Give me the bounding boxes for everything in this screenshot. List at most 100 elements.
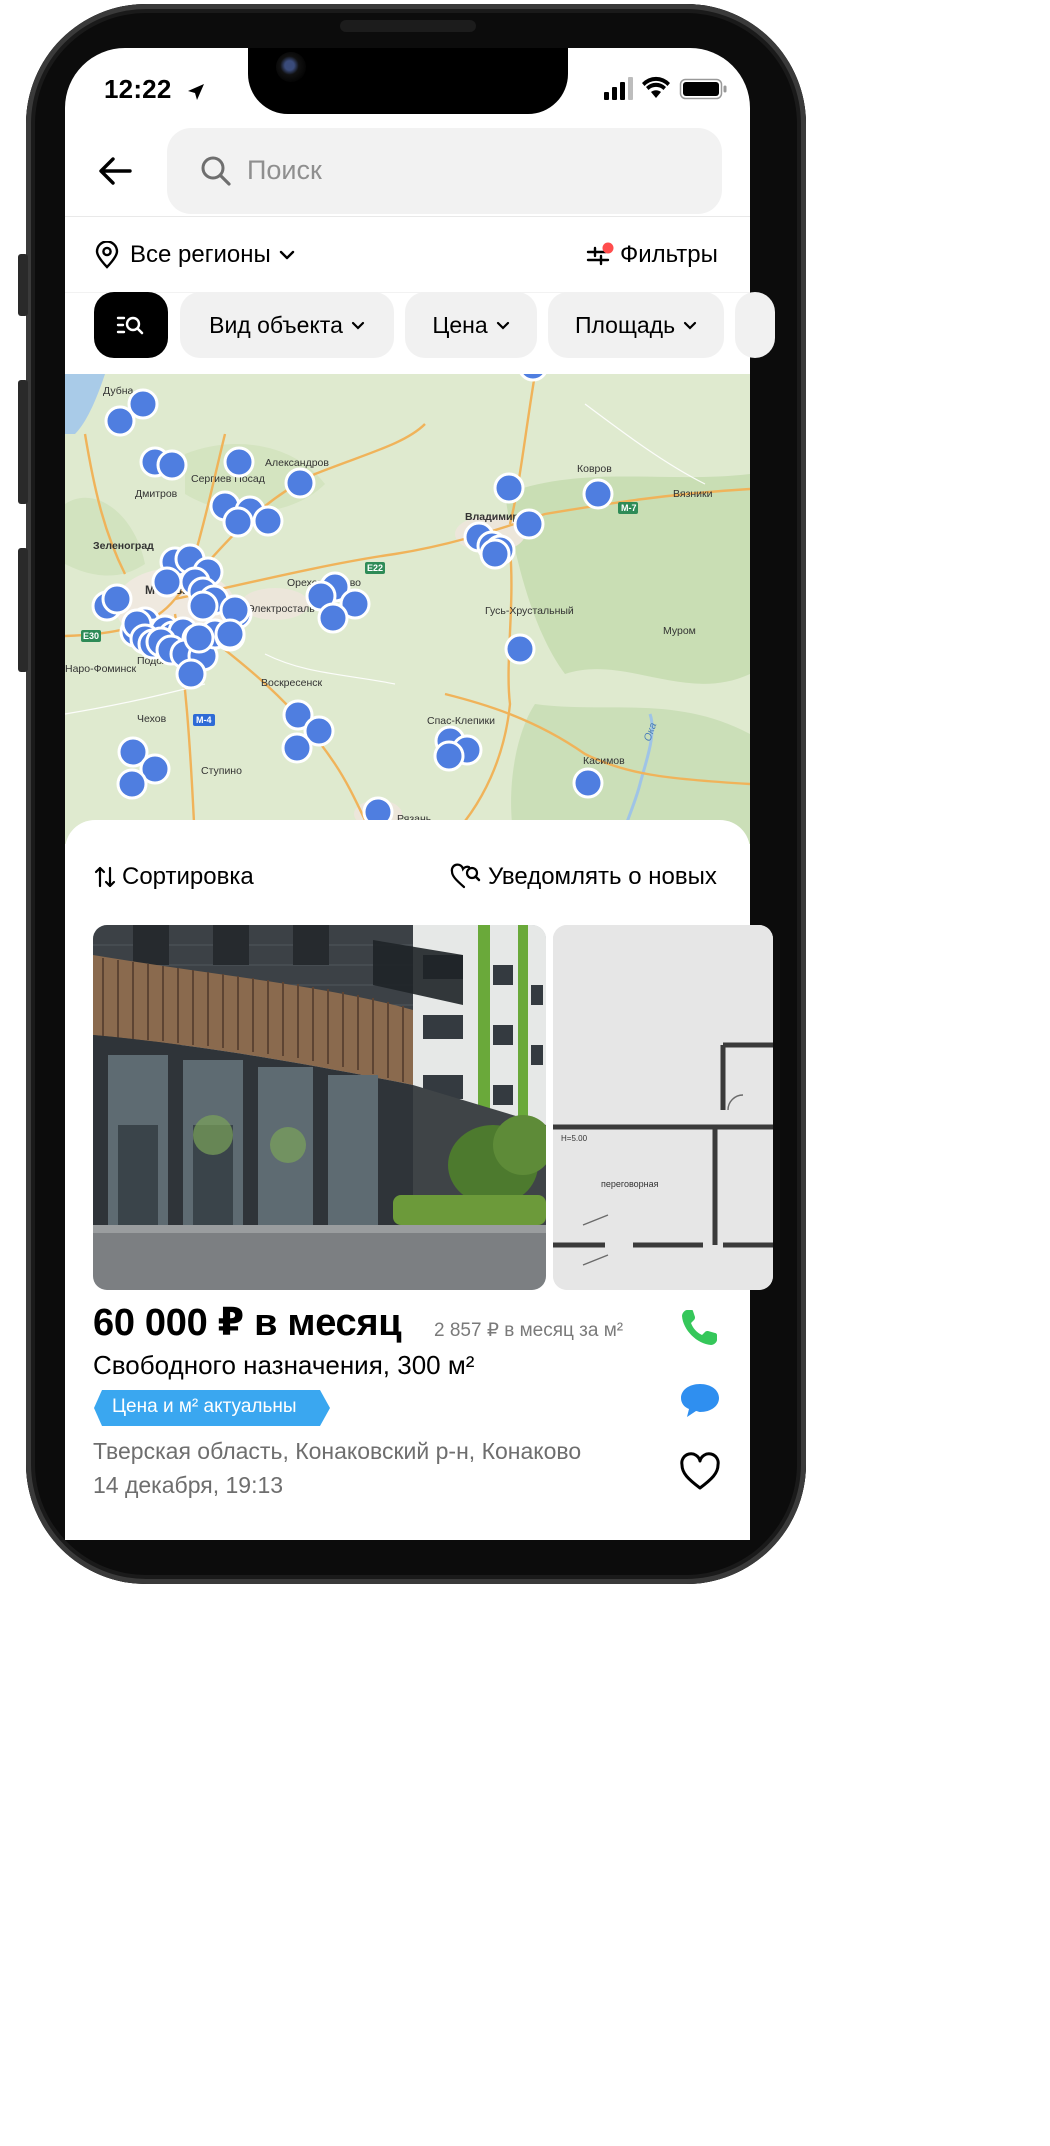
map-marker[interactable] [151, 566, 183, 598]
chip-price[interactable]: Цена [405, 292, 537, 358]
speaker [340, 20, 476, 32]
city-label: Наро-Фоминск [65, 663, 137, 675]
floorplan-image: H=5.00 переговорная [553, 925, 773, 1290]
floorplan-label: переговорная [601, 1179, 659, 1189]
city-label: Чехов [137, 713, 167, 725]
wifi-icon [642, 76, 670, 98]
road-label: E30 [83, 631, 99, 641]
chat-icon[interactable] [678, 1378, 722, 1422]
city-label: Владимир [465, 511, 519, 523]
phone-side-button [18, 254, 28, 316]
map-marker[interactable] [284, 467, 316, 499]
map-marker[interactable] [493, 472, 525, 504]
city-label: Ступино [201, 765, 242, 777]
building-photo [93, 925, 546, 1290]
city-label: Дмитров [135, 488, 178, 500]
list-search-icon [116, 316, 144, 335]
map-marker[interactable] [582, 478, 614, 510]
map-marker[interactable] [175, 658, 207, 690]
city-label: Спас-Клепики [427, 715, 495, 727]
location-pin-icon [95, 241, 119, 269]
listing-photo[interactable] [93, 925, 546, 1290]
city-label: Гусь-Хрустальный [485, 605, 574, 617]
back-arrow-icon[interactable] [96, 152, 134, 190]
city-label: Воскресенск [261, 677, 323, 689]
map-marker[interactable] [214, 618, 246, 650]
city-label: Электросталь [247, 603, 315, 615]
filters-label: Фильтры [620, 241, 718, 268]
heart-search-icon [450, 863, 481, 889]
favorite-heart-icon[interactable] [678, 1450, 722, 1494]
road-label: M-7 [621, 503, 637, 513]
divider [65, 216, 750, 217]
map-marker[interactable] [252, 505, 284, 537]
status-time: 12:22 [104, 74, 172, 104]
road-label: M-4 [196, 715, 212, 725]
filter-active-dot [602, 242, 614, 254]
status-icons [604, 76, 727, 100]
chip-area[interactable]: Площадь [548, 292, 724, 358]
sort-label: Сортировка [122, 863, 254, 890]
map-marker[interactable] [433, 740, 465, 772]
search-input[interactable]: Поиск [167, 128, 722, 214]
search-icon [201, 156, 231, 186]
city-label: Александров [265, 457, 329, 469]
filters-button[interactable]: Фильтры [586, 240, 718, 270]
map-marker[interactable] [572, 767, 604, 799]
listing-type: Свободного назначения, 300 м² [93, 1350, 475, 1380]
map-marker[interactable] [317, 602, 349, 634]
filter-sliders-icon [586, 242, 614, 266]
map-marker[interactable] [183, 622, 215, 654]
listing-address: Тверская область, Конаковский р-н, Конак… [93, 1438, 582, 1464]
city-label: Вязники [673, 488, 713, 500]
map-marker[interactable] [104, 405, 136, 437]
listing-price-per-m2: 2 857 ₽ в месяц за м² [434, 1320, 624, 1341]
floorplan-label: H=5.00 [561, 1134, 588, 1143]
listing-floorplan[interactable]: H=5.00 переговорная [553, 925, 773, 1290]
map-marker[interactable] [479, 538, 511, 570]
map-marker[interactable] [504, 633, 536, 665]
chevron-down-icon [496, 321, 509, 330]
region-label: Все регионы [130, 241, 271, 268]
battery-icon [679, 78, 727, 100]
chip-object-type[interactable]: Вид объекта [180, 292, 394, 358]
chevron-down-icon [351, 321, 364, 330]
chip-label: Площадь [574, 311, 676, 338]
chip-label: Цена [432, 311, 488, 338]
map-marker[interactable] [156, 449, 188, 481]
map-marker[interactable] [513, 508, 545, 540]
city-label: Ковров [577, 463, 612, 475]
map-marker[interactable] [222, 506, 254, 538]
front-camera [276, 52, 306, 82]
listing-date: 14 декабря, 19:13 [93, 1472, 284, 1498]
chip-more[interactable] [735, 292, 775, 358]
sort-button[interactable]: Сортировка [94, 862, 254, 892]
phone-side-button [18, 380, 28, 504]
badge-label: Цена и м² актуальны [112, 1396, 297, 1417]
region-selector[interactable]: Все регионы [94, 240, 295, 270]
map[interactable]: M-7 E22 E30 M-4 Дубна Дмитров Сергиев По… [65, 374, 750, 844]
map-marker[interactable] [101, 583, 133, 615]
chevron-down-icon [683, 321, 697, 330]
road-label: E22 [367, 563, 383, 573]
chevron-down-icon [279, 250, 294, 260]
phone-icon[interactable] [678, 1305, 722, 1349]
map-marker[interactable] [223, 446, 255, 478]
city-label: Дубна [103, 385, 134, 397]
search-placeholder: Поиск [247, 155, 322, 185]
city-label: Зеленоград [93, 540, 154, 552]
filter-search-chip[interactable] [94, 292, 168, 358]
notify-new-button[interactable]: Уведомлять о новых [450, 862, 717, 892]
cellular-signal-icon [604, 77, 633, 100]
map-canvas: M-7 E22 E30 M-4 Дубна Дмитров Сергиев По… [65, 374, 750, 844]
phone-side-button [18, 548, 28, 672]
chip-label: Вид объекта [209, 311, 343, 338]
map-marker[interactable] [116, 768, 148, 800]
listing-price: 60 000 ₽ в месяц [93, 1302, 402, 1344]
sort-arrows-icon [94, 866, 116, 888]
city-label: Касимов [583, 755, 625, 767]
map-marker[interactable] [281, 732, 313, 764]
city-label: Сергиев Посад [191, 473, 265, 485]
city-label: Муром [663, 625, 696, 637]
map-marker[interactable] [187, 590, 219, 622]
